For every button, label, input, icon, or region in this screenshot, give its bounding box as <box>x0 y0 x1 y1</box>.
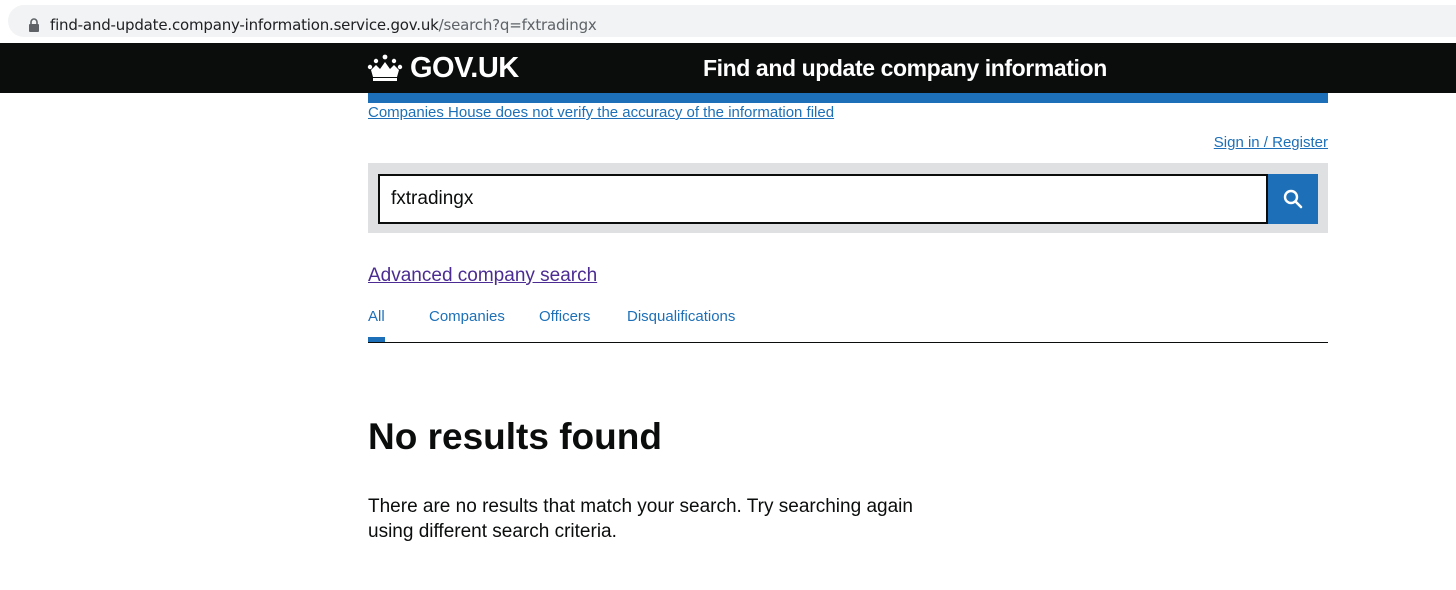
accuracy-disclaimer-link[interactable]: Companies House does not verify the accu… <box>368 104 834 122</box>
service-name-link[interactable]: Find and update company information <box>703 54 1107 82</box>
url-text[interactable]: find-and-update.company-information.serv… <box>50 16 597 34</box>
search-tabs: All Companies Officers Disqualifications <box>368 300 1328 343</box>
advanced-company-search-link[interactable]: Advanced company search <box>368 265 597 287</box>
lock-icon[interactable] <box>28 18 40 32</box>
page-title: No results found <box>368 416 662 457</box>
tab-officers[interactable]: Officers <box>539 308 590 342</box>
sign-in-register-link[interactable]: Sign in / Register <box>1214 134 1328 152</box>
search-icon <box>1283 189 1303 209</box>
browser-address-bar: find-and-update.company-information.serv… <box>0 0 1456 42</box>
search-button[interactable] <box>1268 174 1318 224</box>
tab-companies[interactable]: Companies <box>429 308 505 342</box>
govuk-logo-link[interactable]: GOV.UK <box>410 51 519 85</box>
header-blue-bar <box>368 93 1328 103</box>
url-path: /search?q=fxtradingx <box>438 16 597 34</box>
tab-disqualifications[interactable]: Disqualifications <box>627 308 735 342</box>
no-results-message: There are no results that match your sea… <box>368 496 913 542</box>
govuk-header: GOV.UK Find and update company informati… <box>0 43 1456 93</box>
url-host: find-and-update.company-information.serv… <box>50 16 439 34</box>
search-input[interactable] <box>378 174 1268 224</box>
tab-all[interactable]: All <box>368 308 385 342</box>
crown-icon <box>367 54 403 81</box>
url-bar[interactable]: find-and-update.company-information.serv… <box>8 5 1456 37</box>
search-panel <box>368 163 1328 233</box>
